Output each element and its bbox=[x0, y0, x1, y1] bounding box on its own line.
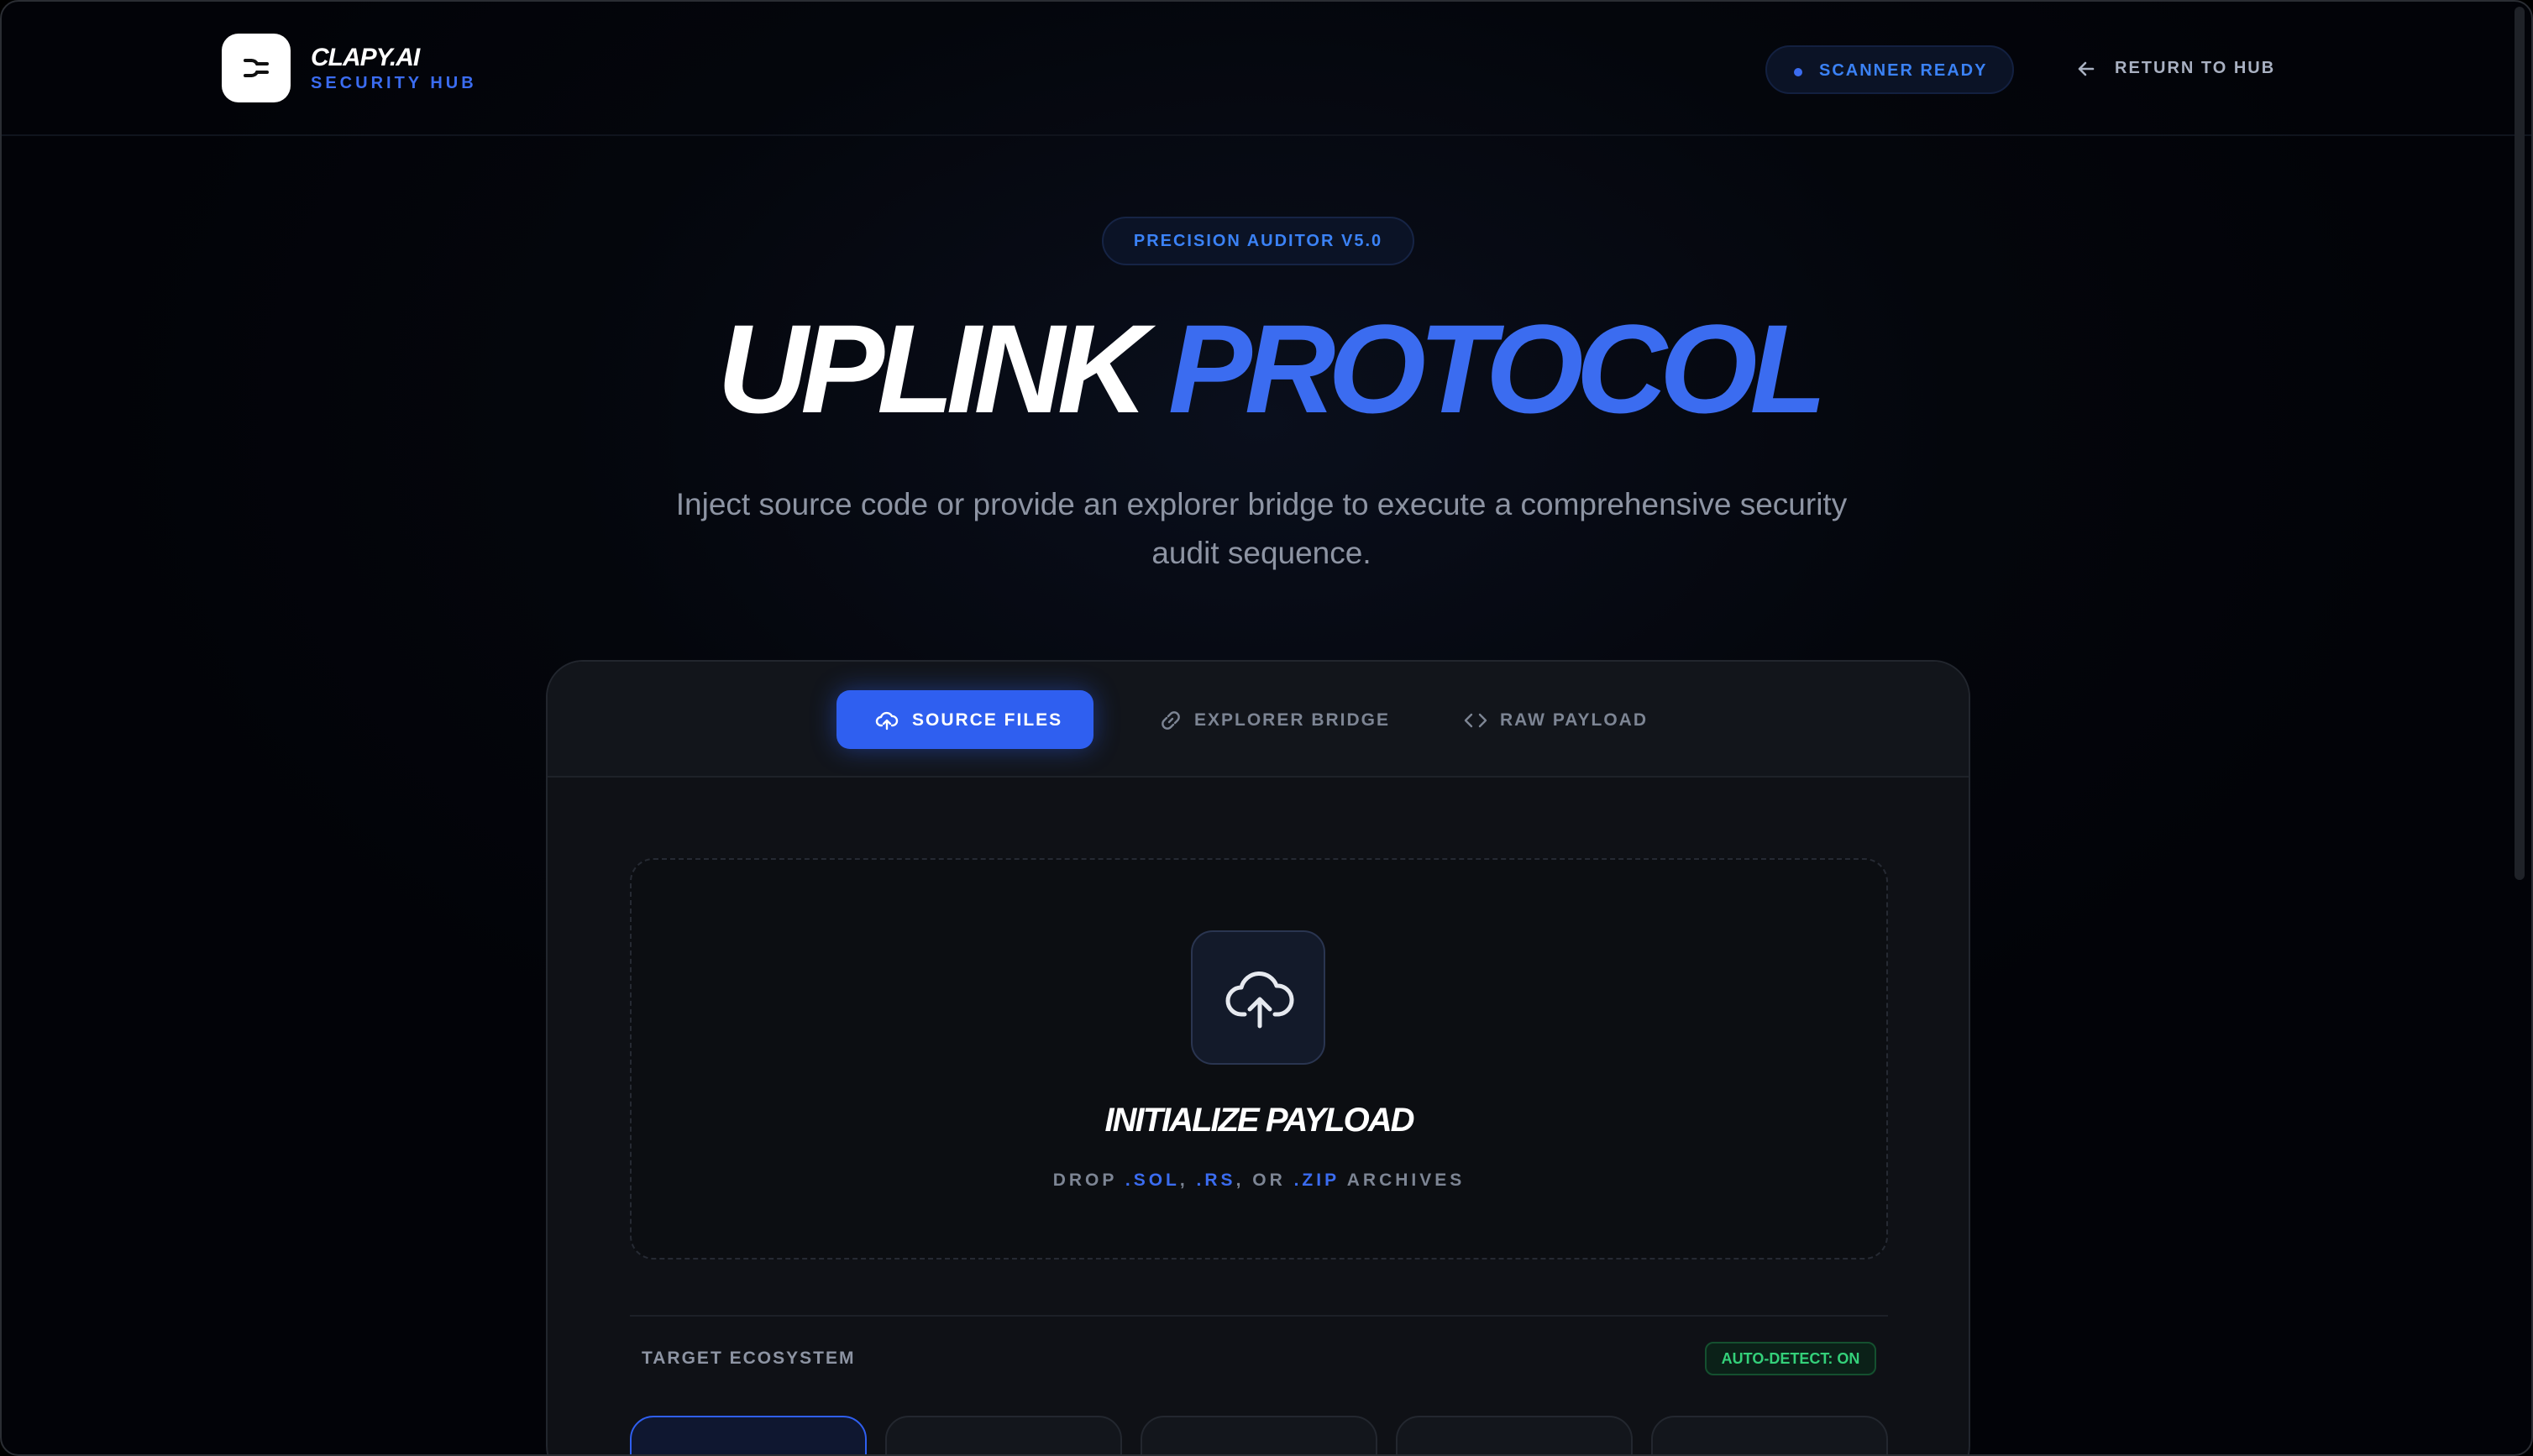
input-mode-tabs: SOURCE FILES EXPLORER BRIDGE RAW PAYLOAD bbox=[548, 662, 1969, 778]
return-to-hub-link[interactable]: RETURN TO HUB bbox=[2074, 54, 2284, 87]
brand-name: CLAPY.AI bbox=[311, 44, 420, 71]
ecosystem-option[interactable] bbox=[1651, 1416, 1888, 1454]
ecosystem-option[interactable] bbox=[885, 1416, 1122, 1454]
dropzone-hint-sep2: , OR bbox=[1235, 1171, 1294, 1190]
tab-source-files-label: SOURCE FILES bbox=[912, 710, 1063, 730]
dropzone-hint: DROP .SOL, .RS, OR .ZIP ARCHIVES bbox=[632, 1171, 1886, 1191]
upload-button[interactable] bbox=[1191, 930, 1325, 1065]
cloud-upload-icon bbox=[875, 711, 899, 731]
tab-explorer-bridge[interactable]: EXPLORER BRIDGE bbox=[1144, 690, 1391, 749]
file-ext-rs: .RS bbox=[1196, 1171, 1236, 1190]
return-to-hub-label: RETURN TO HUB bbox=[2115, 59, 2276, 77]
section-divider bbox=[630, 1315, 1888, 1317]
version-badge: PRECISION AUDITOR V5.0 bbox=[1102, 217, 1414, 265]
status-dot-icon bbox=[1794, 68, 1802, 76]
dropzone-hint-suffix: ARCHIVES bbox=[1339, 1171, 1466, 1190]
ecosystem-option[interactable] bbox=[630, 1416, 867, 1454]
dropzone-hint-sep1: , bbox=[1179, 1171, 1197, 1190]
cloud-upload-icon bbox=[1225, 971, 1294, 1029]
link-icon bbox=[1162, 711, 1180, 730]
logo-mark-icon bbox=[244, 59, 269, 77]
brand-subtitle: SECURITY HUB bbox=[311, 74, 477, 92]
scanner-status-badge: SCANNER READY bbox=[1765, 45, 2014, 94]
tab-explorer-bridge-label: EXPLORER BRIDGE bbox=[1194, 710, 1391, 730]
status-label: SCANNER READY bbox=[1819, 61, 1988, 80]
page-title-part2: PROTOCOL bbox=[1167, 298, 1827, 439]
dropzone-title: INITIALIZE PAYLOAD bbox=[1104, 1102, 1415, 1139]
dropzone-hint-prefix: DROP bbox=[1052, 1171, 1125, 1190]
top-header: CLAPY.AI SECURITY HUB SCANNER READY RETU… bbox=[2, 2, 2531, 136]
code-icon bbox=[1464, 713, 1487, 728]
tab-raw-payload-label: RAW PAYLOAD bbox=[1500, 710, 1649, 730]
page-title-part1: UPLINK bbox=[716, 298, 1148, 439]
scrollbar-thumb[interactable] bbox=[2515, 7, 2525, 880]
auto-detect-badge[interactable]: AUTO-DETECT: ON bbox=[1705, 1342, 1876, 1375]
page-description: Inject source code or provide an explore… bbox=[675, 487, 1848, 570]
logo[interactable] bbox=[222, 34, 291, 102]
arrow-left-icon bbox=[2078, 61, 2095, 76]
file-ext-sol: .SOL bbox=[1125, 1171, 1180, 1190]
target-ecosystem-label: TARGET ECOSYSTEM bbox=[642, 1349, 856, 1368]
tab-source-files[interactable]: SOURCE FILES bbox=[836, 690, 1093, 749]
tab-raw-payload[interactable]: RAW PAYLOAD bbox=[1455, 690, 1673, 749]
page-title: UPLINK PROTOCOL bbox=[2, 297, 2531, 440]
file-ext-zip: .ZIP bbox=[1293, 1171, 1340, 1190]
ecosystem-option[interactable] bbox=[1141, 1416, 1377, 1454]
file-dropzone[interactable]: INITIALIZE PAYLOAD DROP .SOL, .RS, OR .Z… bbox=[630, 858, 1888, 1260]
app-window: CLAPY.AI SECURITY HUB SCANNER READY RETU… bbox=[0, 0, 2533, 1456]
ecosystem-option[interactable] bbox=[1396, 1416, 1633, 1454]
upload-card: SOURCE FILES EXPLORER BRIDGE RAW PAYLOAD bbox=[546, 660, 1970, 1454]
